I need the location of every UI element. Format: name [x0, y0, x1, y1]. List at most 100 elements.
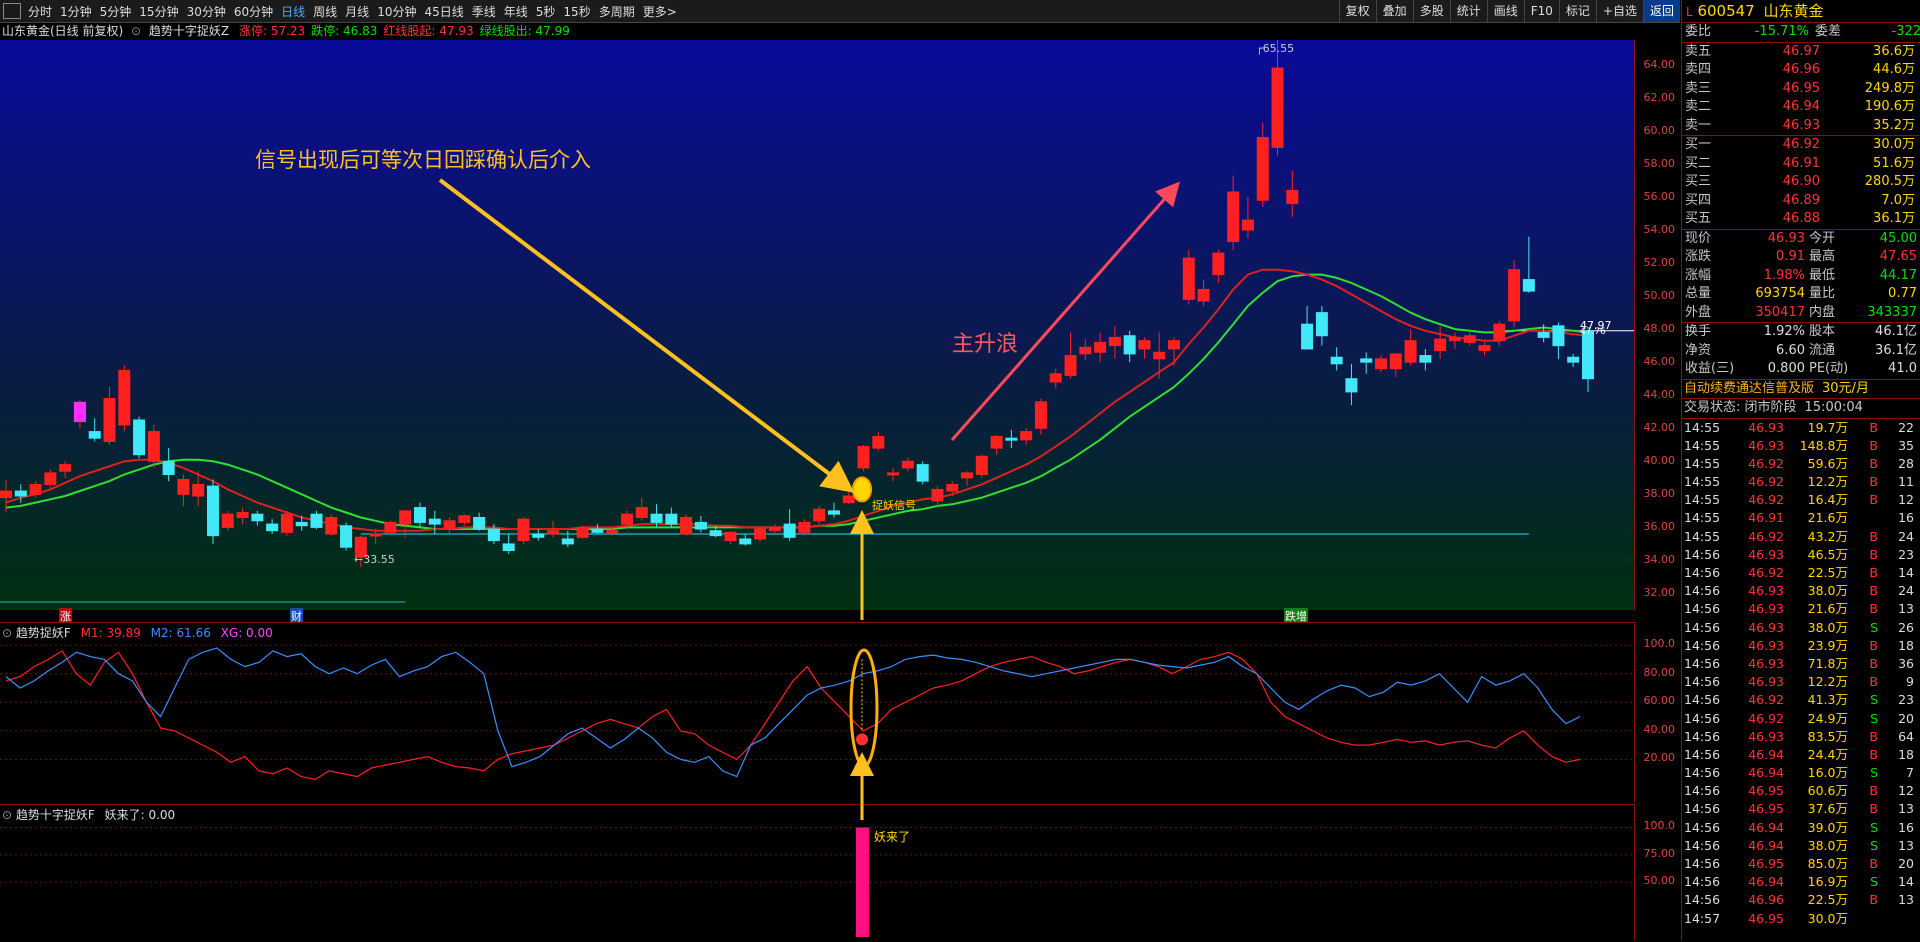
period-tab[interactable]: 60分钟 [230, 3, 277, 20]
y-tick-label: 75.00 [1643, 846, 1676, 860]
toolbar-button[interactable]: 叠加 [1375, 0, 1413, 22]
indicator-value: 涨停: 57.23 [238, 24, 306, 38]
stat-label: 量比 [1809, 286, 1836, 301]
stat-row: 总量 693754 量比 0.77 [1682, 285, 1920, 304]
order-price: 46.94 [1782, 99, 1820, 114]
y-tick-label: 60.00 [1643, 694, 1676, 708]
toolbar-button[interactable]: 统计 [1449, 0, 1487, 22]
toolbar-button[interactable]: 标记 [1558, 0, 1596, 22]
period-tab[interactable]: 5秒 [532, 3, 560, 20]
stat-row: 净资 6.60 流通 36.1亿 [1682, 342, 1920, 361]
tick-count: 18 [1898, 746, 1914, 762]
order-volume: 249.8万 [1864, 80, 1915, 96]
period-tab[interactable]: 15分钟 [135, 3, 182, 20]
toolbar-button[interactable]: F10 [1523, 0, 1559, 22]
indicator-panel-1[interactable]: ⊙ 趋势捉妖F M1: 39.89 M2: 61.66 XG: 0.00 [0, 622, 1634, 803]
indicator-name[interactable]: 趋势十字捉妖Z [149, 24, 229, 38]
y-tick-label: 56.00 [1643, 189, 1676, 203]
stat-row: 收益(三) 0.800 PE(动) 41.0 [1682, 360, 1920, 379]
promo-text: 自动续费通达信普及版 [1684, 380, 1815, 396]
period-tab[interactable]: 分时 [24, 3, 56, 20]
tick-row: 14:55 46.92 43.2万 B 24 [1682, 528, 1920, 546]
toolbar-button[interactable]: +自选 [1595, 0, 1643, 22]
tick-count: 35 [1898, 437, 1914, 453]
tick-side: S [1870, 692, 1878, 708]
annotation-signal-advice: 信号出现后可等次日回踩确认后介入 [255, 148, 591, 172]
tick-price: 46.95 [1748, 856, 1784, 871]
period-tab[interactable]: 45日线 [420, 3, 467, 20]
order-row: 买五 46.88 36.1万 [1682, 210, 1920, 229]
tick-time: 14:55 [1684, 528, 1721, 544]
tick-side: B [1869, 546, 1878, 562]
tick-count: 13 [1898, 801, 1914, 817]
period-tab[interactable]: 1分钟 [56, 3, 96, 20]
promo-row[interactable]: 自动续费通达信普及版 30元/月 [1682, 378, 1920, 399]
period-tab[interactable]: 周线 [309, 3, 341, 20]
tick-volume: 38.0万 [1807, 583, 1848, 599]
order-row: 买二 46.91 51.6万 [1682, 155, 1920, 174]
toolbar-button[interactable]: 复权 [1338, 0, 1376, 22]
period-tab[interactable]: 年线 [500, 3, 532, 20]
weicha-value: -322 [1891, 24, 1920, 39]
y-tick-label: 80.00 [1643, 665, 1676, 679]
stat-row: 涨幅 1.98% 最低 44.17 [1682, 267, 1920, 286]
tick-side: B [1869, 528, 1878, 544]
candlestick-chart[interactable]: 信号出现后可等次日回踩确认后介入 主升浪 ┌65.55 ←33.55 捉妖信号 … [0, 40, 1634, 624]
period-tab[interactable]: 日线 [277, 3, 309, 20]
stat-row: 涨跌 0.91 最高 47.65 [1682, 248, 1920, 267]
candle [384, 520, 397, 534]
buy-signal-icon [856, 733, 868, 746]
stat-label: 内盘 [1809, 304, 1836, 320]
order-label: 买三 [1685, 174, 1712, 189]
indicator-2-label: ⊙ 趋势十字捉妖F 妖来了: 0.00 [2, 808, 176, 822]
stat-label: 最高 [1809, 249, 1836, 264]
toolbar-button[interactable]: 返回 [1642, 0, 1680, 22]
tick-row: 14:56 46.95 85.0万 B 20 [1682, 855, 1920, 873]
order-label: 卖一 [1685, 117, 1712, 133]
indicator-info-bar: 山东黄金(日线 前复权) ⊙ 趋势十字捉妖Z 涨停: 57.23 跌停: 46.8… [0, 23, 1634, 40]
tick-count: 16 [1898, 819, 1914, 835]
stat-value: 0.91 [1776, 249, 1805, 264]
toolbar-button[interactable]: 画线 [1486, 0, 1524, 22]
menu-icon[interactable] [3, 3, 21, 19]
tick-price: 46.93 [1748, 728, 1784, 744]
period-tab[interactable]: 月线 [341, 3, 373, 20]
bar-label: 妖来了 [874, 830, 911, 844]
tick-time: 14:56 [1684, 710, 1721, 726]
tick-count: 23 [1898, 692, 1914, 708]
tick-count: 14 [1898, 874, 1914, 890]
order-price: 46.91 [1782, 155, 1820, 171]
period-tab[interactable]: 5分钟 [96, 3, 136, 20]
tick-time: 14:56 [1684, 746, 1721, 762]
tick-count: 14 [1898, 565, 1914, 580]
tick-row: 14:56 46.96 22.5万 B 13 [1682, 891, 1920, 909]
tick-volume: 41.3万 [1807, 692, 1848, 708]
tick-volume: 16.9万 [1807, 874, 1848, 890]
y-tick-label: 50.00 [1643, 874, 1676, 888]
tick-volume: 39.0万 [1807, 819, 1848, 835]
tick-count: 13 [1898, 601, 1914, 617]
tick-side: B [1869, 892, 1878, 908]
tick-price: 46.92 [1748, 692, 1784, 708]
period-tab[interactable]: 30分钟 [183, 3, 230, 20]
candle [1508, 259, 1521, 328]
period-tab[interactable]: 多周期 [595, 3, 639, 20]
stat-value: 47.65 [1879, 249, 1917, 264]
tick-time: 14:56 [1684, 601, 1721, 617]
period-tab[interactable]: 15秒 [559, 3, 594, 20]
indicator-panel-2[interactable]: ⊙ 趋势十字捉妖F 妖来了: 0.00 妖来了 [0, 804, 1634, 942]
period-tab[interactable]: 10分钟 [373, 3, 420, 20]
toolbar-button[interactable]: 多股 [1412, 0, 1450, 22]
tick-side: B [1869, 674, 1878, 690]
stat-value: 46.93 [1767, 230, 1805, 246]
order-volume: 280.5万 [1864, 174, 1915, 189]
indicator-value: 红线股起: 47.93 [383, 24, 474, 38]
tick-count: 11 [1898, 474, 1914, 490]
tick-count: 20 [1898, 856, 1914, 871]
period-tab[interactable]: 季线 [468, 3, 500, 20]
stat-label: 外盘 [1685, 304, 1712, 320]
tick-price: 46.93 [1748, 437, 1784, 453]
indicator-value: 跌停: 46.83 [311, 24, 378, 38]
period-tab[interactable]: 更多> [639, 3, 681, 20]
settings-icon[interactable]: ⊙ [131, 24, 141, 38]
